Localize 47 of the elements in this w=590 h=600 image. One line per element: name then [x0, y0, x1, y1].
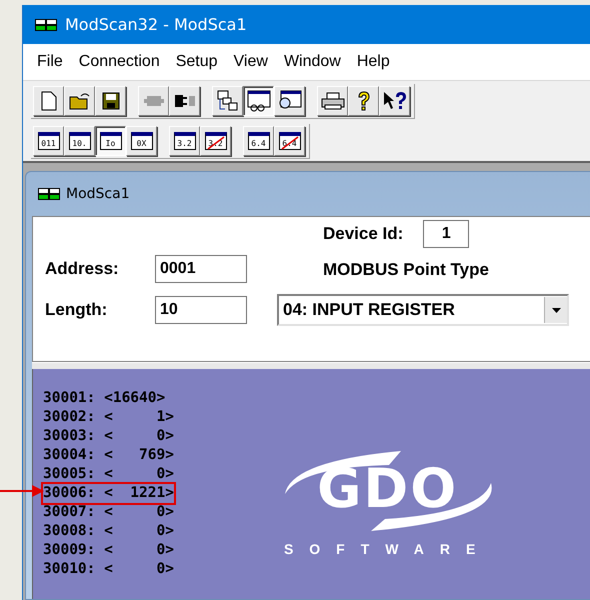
pointer-arrow: [0, 484, 44, 498]
menu-item[interactable]: Help: [348, 53, 398, 71]
logo-wordmark: GDO: [317, 459, 458, 519]
format-button[interactable]: 3.2: [169, 126, 200, 156]
child-window-title: ModSca1: [66, 186, 130, 202]
address-label: Address:: [45, 259, 120, 279]
point-type-label: MODBUS Point Type: [322, 260, 490, 280]
address-field[interactable]: 0001: [155, 255, 247, 283]
question-mark-icon: [356, 90, 370, 110]
pointer-question-icon: [382, 90, 406, 110]
app-icon: [38, 188, 60, 200]
device-id-label: Device Id:: [323, 224, 404, 244]
register-value: 30005: < 0>: [43, 465, 174, 484]
length-label: Length:: [45, 300, 108, 320]
printer-icon: [320, 92, 344, 110]
logo-tagline: SOFTWARE: [284, 541, 492, 557]
format-button[interactable]: 0X: [126, 126, 157, 156]
format-button[interactable]: 10.: [64, 126, 95, 156]
open-folder-icon: [68, 92, 90, 110]
format-button[interactable]: 6.4: [243, 126, 274, 156]
data-window-icon: [246, 90, 270, 112]
register-value: 30010: < 0>: [43, 560, 174, 579]
new-document-icon: [40, 90, 56, 110]
menu-item[interactable]: View: [226, 53, 276, 71]
device-id-field[interactable]: 1: [423, 220, 470, 248]
toolbar-button[interactable]: [243, 86, 274, 116]
window-title: ModScan32 - ModSca1: [65, 15, 247, 34]
magnifier-window-icon: [278, 90, 302, 112]
length-field[interactable]: 10: [155, 296, 247, 324]
network-tree-icon: [216, 90, 238, 112]
menu-item[interactable]: Connection: [70, 53, 168, 71]
register-value: 30009: < 0>: [43, 541, 174, 560]
register-value: 30007: < 0>: [43, 503, 174, 522]
app-icon: [35, 18, 57, 30]
format-button[interactable]: Io: [95, 126, 126, 156]
register-value: 30004: < 769>: [43, 446, 174, 465]
point-type-dropdown[interactable]: 04: INPUT REGISTER: [277, 294, 569, 326]
register-value: 30001: <16640>: [43, 389, 166, 408]
register-value: 30006: < 1221>: [43, 484, 174, 503]
register-value: 30008: < 0>: [43, 522, 174, 541]
menu-item[interactable]: Window: [276, 53, 349, 71]
register-value: 30003: < 0>: [43, 427, 174, 446]
menu-item[interactable]: File: [29, 53, 71, 71]
format-button[interactable]: 011: [33, 126, 64, 156]
register-value: 30002: < 1>: [43, 408, 174, 427]
dropdown-caret-icon: [552, 308, 560, 312]
menu-item[interactable]: Setup: [168, 53, 226, 71]
